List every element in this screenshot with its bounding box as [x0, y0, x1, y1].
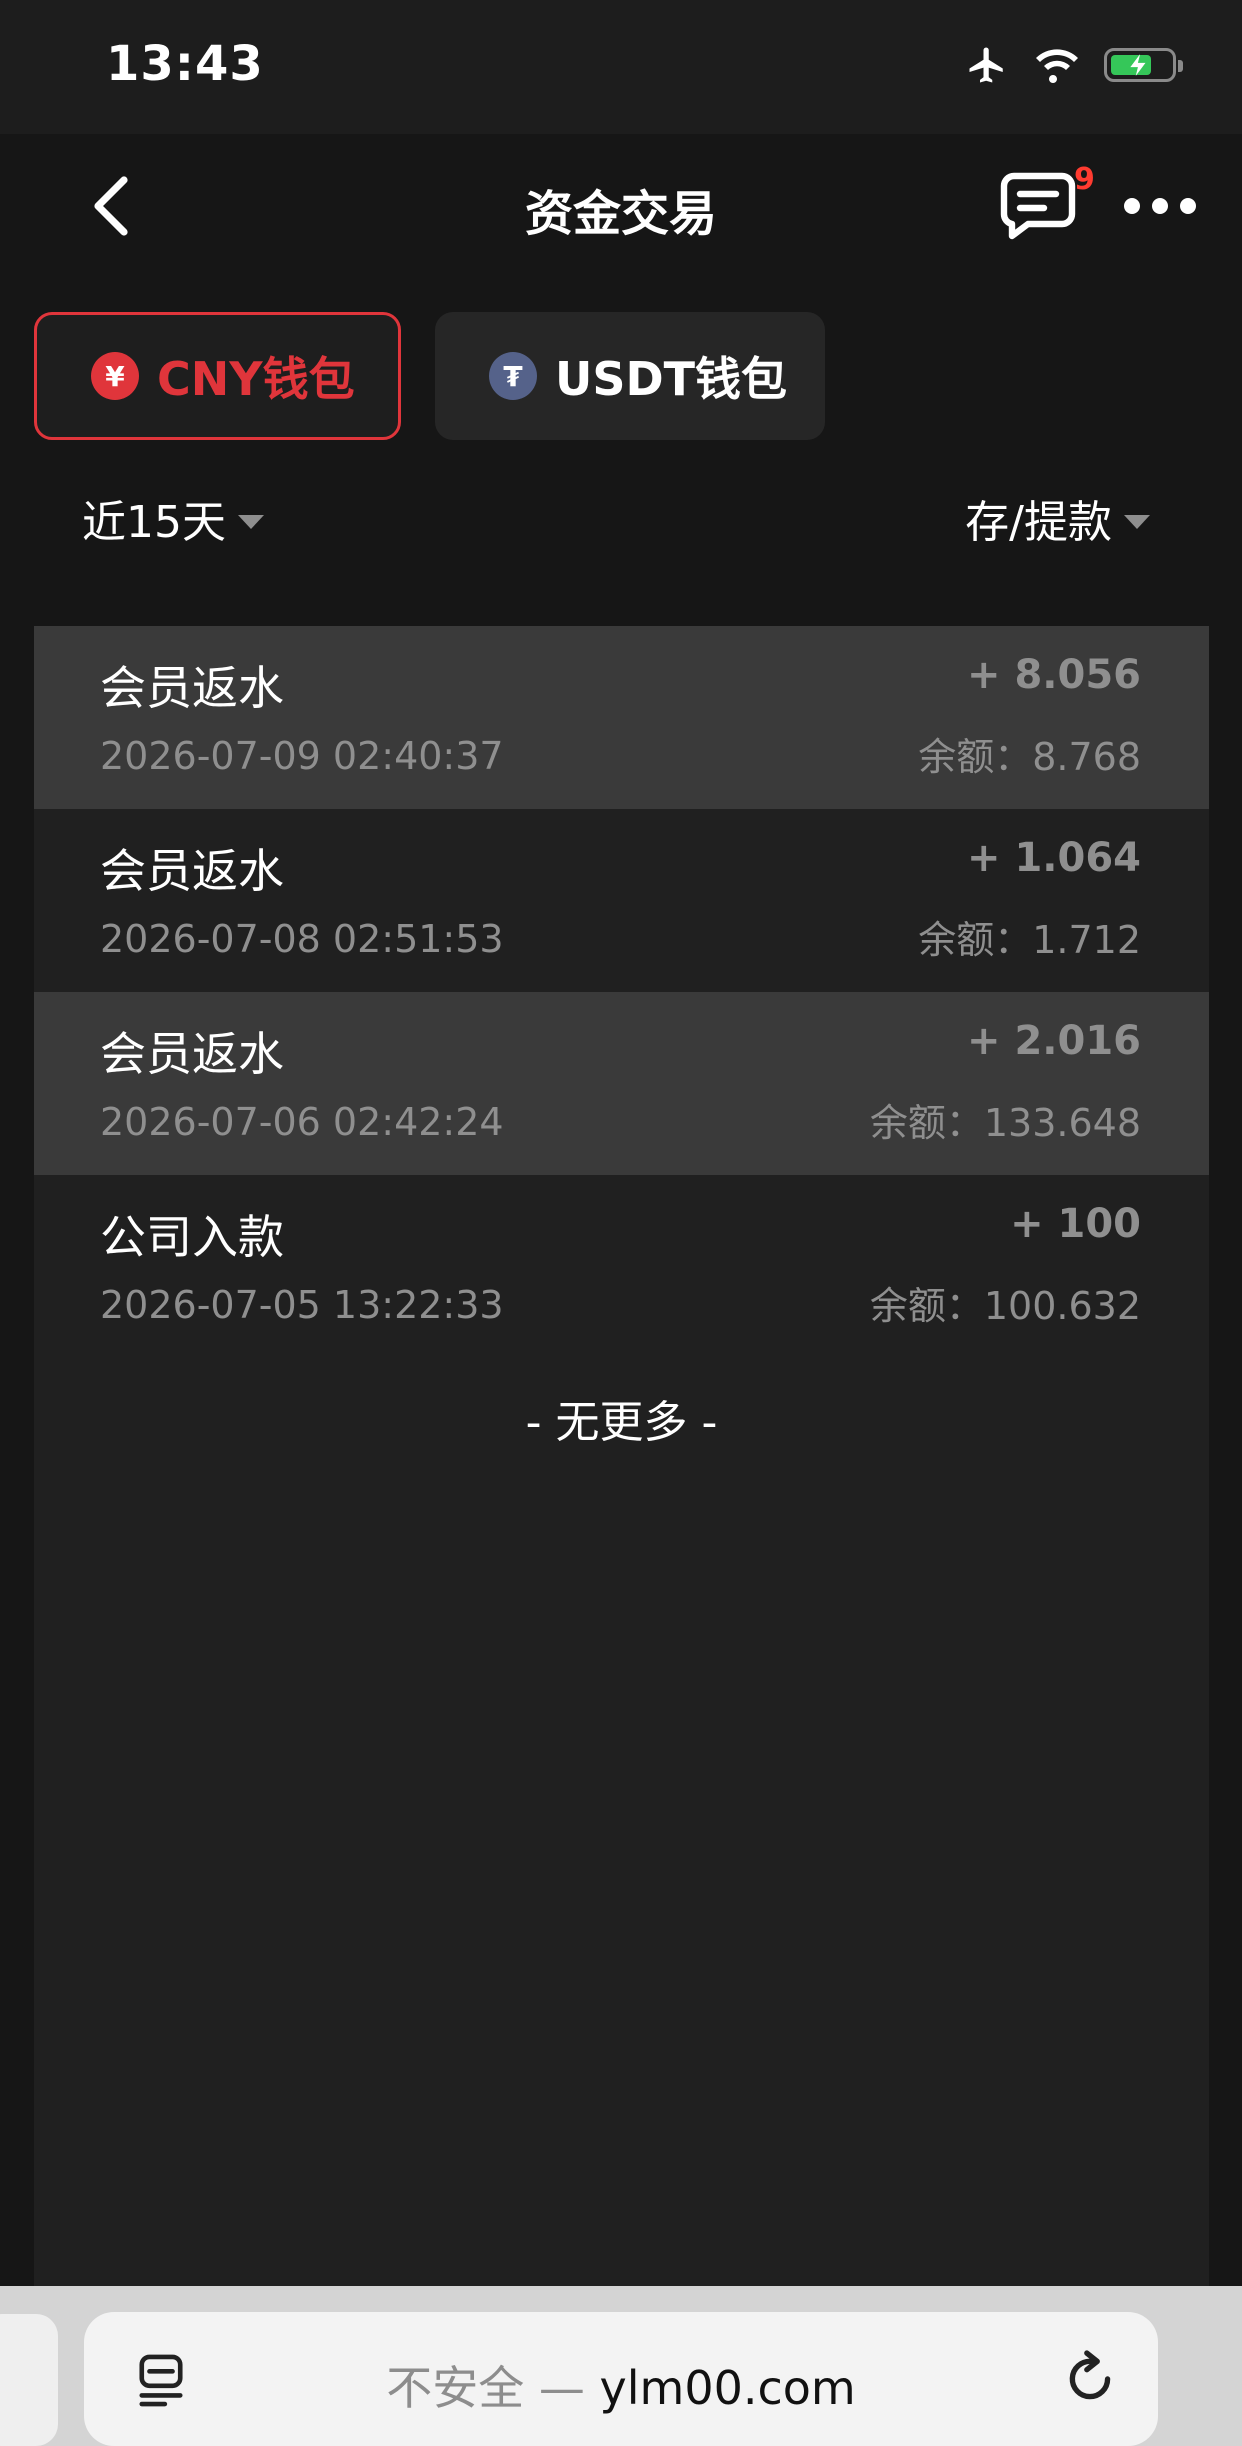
domain-label: ylm00.com	[599, 2361, 856, 2415]
row-title: 会员返水	[100, 844, 284, 898]
period-filter[interactable]: 近15天	[82, 486, 264, 550]
tab-usdt-wallet-label: USDT钱包	[555, 352, 788, 406]
row-title: 会员返水	[100, 1027, 284, 1081]
tab-cny-wallet-label: CNY钱包	[157, 352, 355, 406]
more-icon[interactable]	[1124, 194, 1196, 218]
caret-down-icon	[1124, 515, 1150, 529]
status-bar: 13:43	[0, 0, 1242, 134]
address-bar[interactable]: 不安全 — ylm00.com	[84, 2312, 1158, 2446]
reload-icon[interactable]	[1062, 2350, 1120, 2408]
row-title: 会员返水	[100, 661, 284, 715]
battery-icon	[1104, 48, 1183, 82]
row-amount: + 100	[1010, 1201, 1141, 1247]
list-end-text: - 无更多 -	[525, 1397, 718, 1448]
transaction-list: 会员返水 2026-07-09 02:40:37 + 8.056 余额：8.76…	[34, 626, 1209, 2290]
table-row[interactable]: 会员返水 2026-07-09 02:40:37 + 8.056 余额：8.76…	[34, 626, 1209, 809]
tab-cny-wallet[interactable]: ¥ CNY钱包	[34, 312, 401, 440]
wifi-icon	[1036, 49, 1078, 84]
message-badge: 9	[1074, 162, 1095, 197]
period-filter-label: 近15天	[82, 497, 226, 548]
row-balance: 余额：100.632	[869, 1284, 1141, 1328]
tether-icon: ₮	[489, 352, 537, 400]
row-amount: + 1.064	[967, 835, 1141, 881]
status-time: 13:43	[106, 36, 264, 92]
insecure-label: 不安全 —	[386, 2361, 600, 2415]
row-time: 2026-07-05 13:22:33	[100, 1283, 504, 1327]
type-filter-label: 存/提款	[965, 497, 1112, 548]
previous-tab[interactable]	[0, 2314, 58, 2446]
message-icon[interactable]	[998, 170, 1078, 242]
row-title: 公司入款	[100, 1210, 284, 1264]
row-balance: 余额：133.648	[869, 1101, 1141, 1145]
table-row[interactable]: 会员返水 2026-07-06 02:42:24 + 2.016 余额：133.…	[34, 992, 1209, 1175]
row-balance: 余额：8.768	[918, 735, 1141, 779]
row-balance: 余额：1.712	[918, 918, 1141, 962]
row-time: 2026-07-06 02:42:24	[100, 1100, 504, 1144]
yuan-icon: ¥	[91, 352, 139, 400]
row-amount: + 8.056	[967, 652, 1141, 698]
type-filter[interactable]: 存/提款	[965, 486, 1150, 550]
airplane-icon	[969, 47, 1003, 83]
row-time: 2026-07-09 02:40:37	[100, 734, 504, 778]
table-row[interactable]: 会员返水 2026-07-08 02:51:53 + 1.064 余额：1.71…	[34, 809, 1209, 992]
row-time: 2026-07-08 02:51:53	[100, 917, 504, 961]
caret-down-icon	[238, 515, 264, 529]
table-row[interactable]: 公司入款 2026-07-05 13:22:33 + 100 余额：100.63…	[34, 1175, 1209, 1358]
row-amount: + 2.016	[967, 1018, 1141, 1064]
nav-bar: 资金交易 9	[0, 134, 1242, 274]
status-icons	[964, 44, 1183, 86]
browser-toolbar: 不安全 — ylm00.com	[0, 2286, 1242, 2446]
tab-usdt-wallet[interactable]: ₮ USDT钱包	[435, 312, 825, 440]
address-text: 不安全 — ylm00.com	[84, 2352, 1158, 2418]
